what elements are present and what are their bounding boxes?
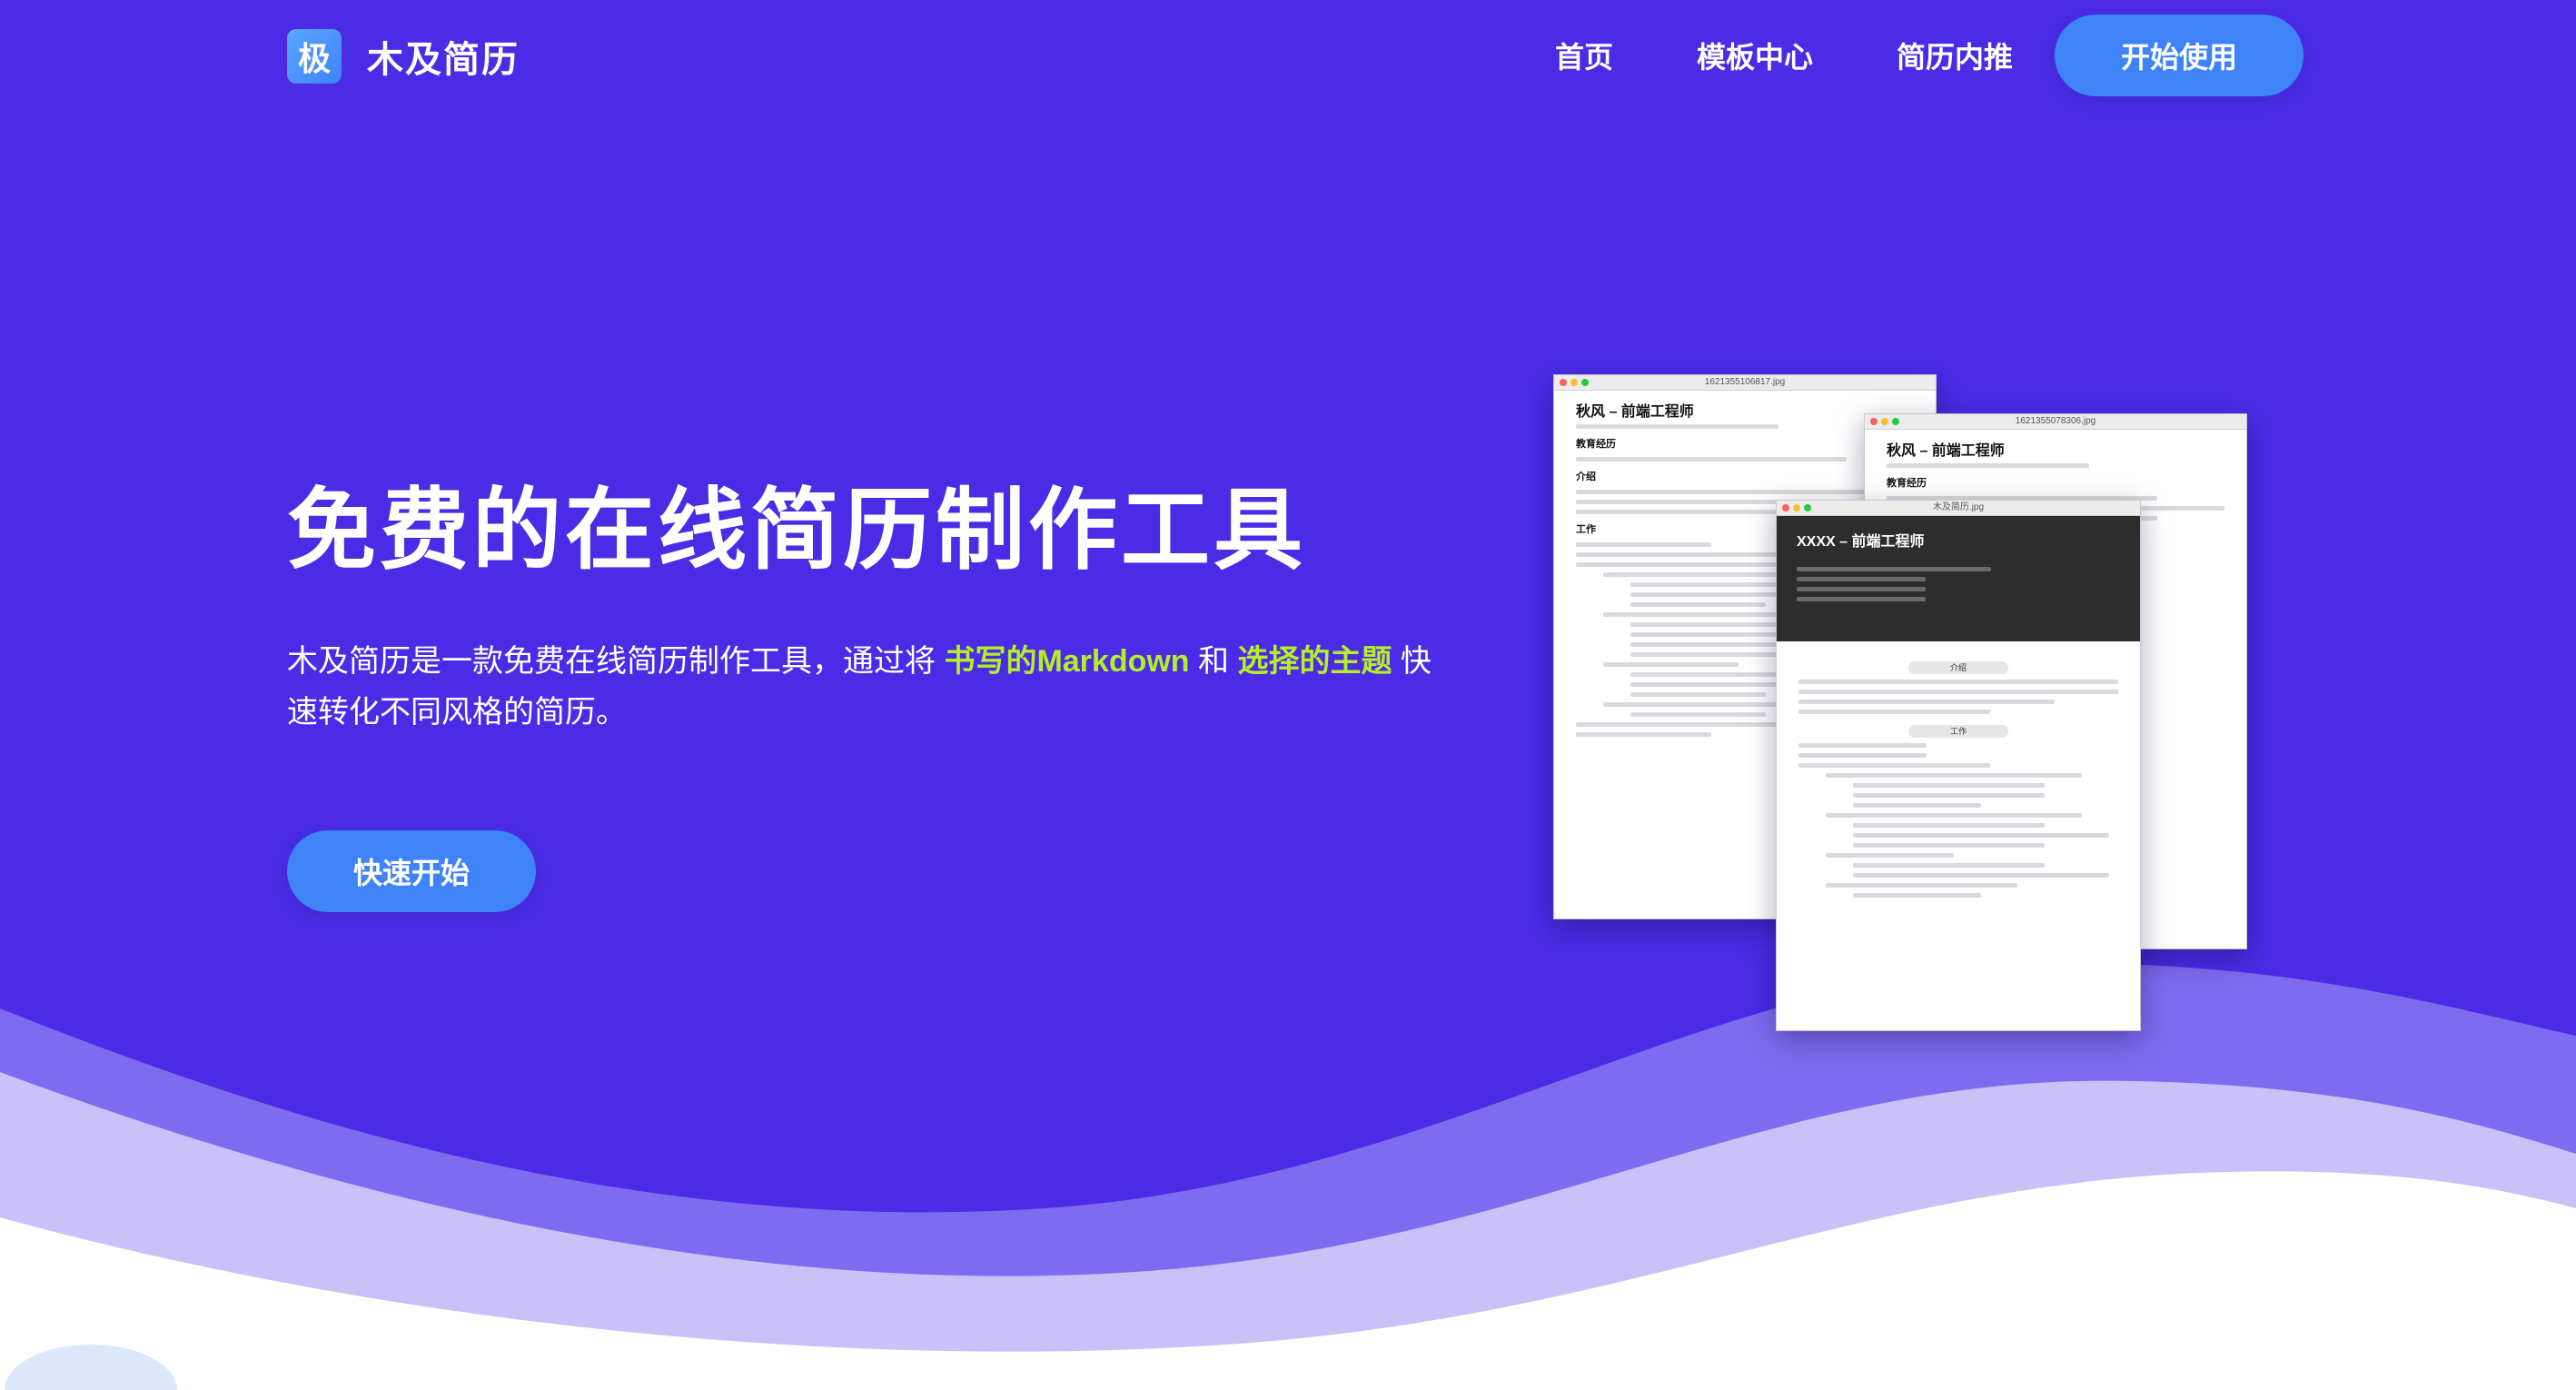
window-titlebar: 1621355106817.jpg [1554, 375, 1936, 391]
nav-link-referral[interactable]: 简历内推 [1897, 35, 2013, 76]
start-using-button[interactable]: 开始使用 [2055, 15, 2304, 96]
hero-title: 免费的在线简历制作工具 [287, 480, 1307, 580]
window-filename: 木及简历.jpg [1932, 502, 1985, 512]
nav-link-templates[interactable]: 模板中心 [1697, 35, 1813, 76]
hero-description: 木及简历是一款免费在线简历制作工具，通过将 书写的Markdown 和 选择的主… [287, 636, 1459, 738]
resume-preview-window-3: 木及简历.jpg XXXX – 前端工程师 介绍 工作 [1776, 500, 2141, 1031]
resume-dark-header: XXXX – 前端工程师 [1777, 516, 2140, 641]
window-controls [1870, 418, 1899, 425]
window-titlebar: 1621355078306.jpg [1865, 414, 2246, 430]
desc-text-2: 和 [1189, 644, 1238, 679]
brand-name: 木及简历 [367, 40, 520, 80]
top-nav: 极 木及简历 首页 模板中心 简历内推 开始使用 [0, 0, 2576, 114]
resume-section-pill: 介绍 [1908, 661, 2008, 674]
window-controls [1560, 379, 1589, 386]
highlight-theme: 选择的主题 [1237, 644, 1392, 679]
window-controls [1782, 504, 1811, 511]
nav-link-home[interactable]: 首页 [1555, 35, 1613, 76]
resume-heading: 秋风 – 前端工程师 [1887, 443, 2005, 459]
logo-icon: 极 [287, 29, 342, 84]
window-filename: 1621355078306.jpg [2015, 416, 2096, 426]
resume-section-pill: 工作 [1908, 725, 2008, 738]
window-filename: 1621355106817.jpg [1704, 377, 1786, 387]
window-titlebar: 木及简历.jpg [1777, 501, 2140, 516]
desc-text-1: 木及简历是一款免费在线简历制作工具，通过将 [287, 644, 945, 679]
highlight-markdown: 书写的Markdown [944, 644, 1190, 679]
quick-start-button[interactable]: 快速开始 [287, 830, 536, 912]
brand-logo[interactable]: 极 木及简历 [287, 29, 520, 84]
resume-section-title: 教育经历 [1887, 478, 1927, 489]
resume-heading: XXXX – 前端工程师 [1797, 534, 1925, 550]
